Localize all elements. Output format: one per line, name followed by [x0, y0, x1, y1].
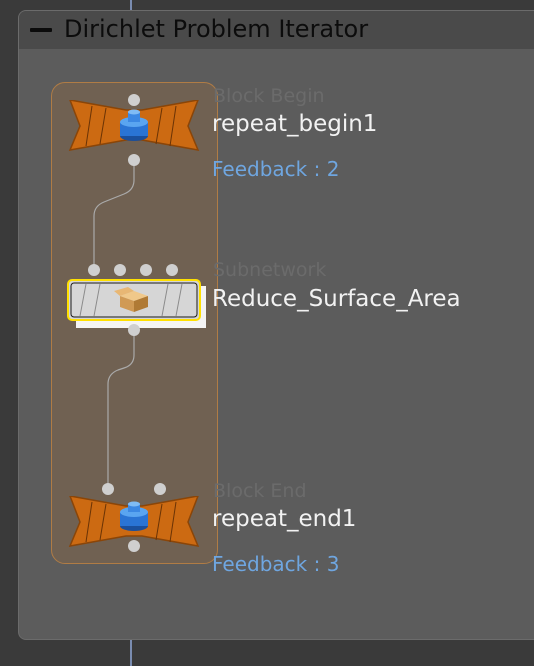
- input-connector[interactable]: [102, 483, 114, 495]
- minus-icon[interactable]: [29, 20, 53, 40]
- output-connector[interactable]: [128, 540, 140, 552]
- output-connector[interactable]: [128, 324, 140, 336]
- node-name: repeat_end1: [212, 506, 357, 532]
- node-type-label: Subnetwork: [213, 259, 327, 281]
- node-name: Reduce_Surface_Area: [212, 286, 461, 312]
- subnetwork-node[interactable]: [66, 278, 208, 330]
- node-type-label: Block Begin: [213, 85, 325, 107]
- output-connector[interactable]: [128, 154, 140, 166]
- node-name: repeat_begin1: [212, 111, 378, 137]
- input-connector[interactable]: [114, 264, 126, 276]
- node-type-label: Block End: [213, 480, 307, 502]
- input-connector[interactable]: [140, 264, 152, 276]
- feedback-label: Feedback : 3: [212, 552, 340, 576]
- input-connector[interactable]: [166, 264, 178, 276]
- network-box-header[interactable]: Dirichlet Problem Iterator: [19, 11, 534, 49]
- input-connector[interactable]: [154, 483, 166, 495]
- feedback-label: Feedback : 2: [212, 157, 340, 181]
- input-connector[interactable]: [88, 264, 100, 276]
- repeat-begin-node[interactable]: [66, 100, 202, 152]
- network-box-title: Dirichlet Problem Iterator: [64, 15, 369, 43]
